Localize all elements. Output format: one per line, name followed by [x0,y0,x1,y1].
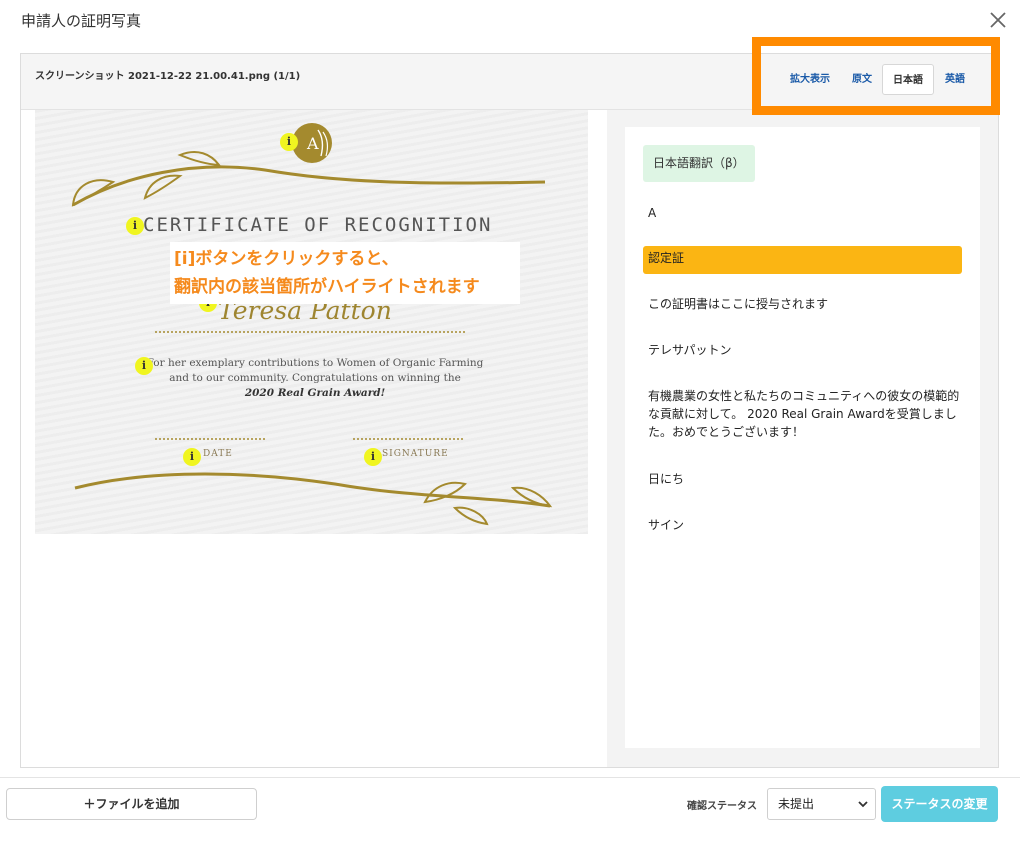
certificate-image: A CERTIFICATE OF RECOGNITION Teresa Patt… [35,110,588,534]
close-icon[interactable] [986,8,1010,32]
document-viewer: スクリーンショット 2021-12-22 21.00.41.png (1/1) … [20,37,1000,768]
bottom-vine [74,472,551,508]
translation-item-signature[interactable]: サイン [643,516,962,534]
translation-item-heading[interactable]: 認定証 [643,246,962,274]
top-leaf-2 [143,174,183,200]
info-marker-date[interactable]: i [183,448,201,466]
footer-divider [0,777,1020,778]
status-label: 確認ステータス [687,801,757,812]
translation-pane: 日本語翻訳（β） A 認定証 この証明書はここに授与されます テレサパットン 有… [625,127,980,748]
certificate-body-line1: For her exemplary contributions to Women… [146,357,484,369]
tab-original[interactable]: 原文 [844,64,880,95]
callout-line1: [i]ボタンをクリックすると、 [174,249,399,269]
certificate-date-label: DATE [203,449,233,459]
info-marker-body[interactable]: i [135,357,153,375]
translation-item-body[interactable]: 有機農業の女性と私たちのコミュニティへの彼女の模範的な貢献に対して。 2020 … [643,387,962,441]
image-pane: A CERTIFICATE OF RECOGNITION Teresa Patt… [21,110,607,767]
bottom-leaf-3 [452,506,489,526]
dialog-title: 申請人の証明写真 [21,12,142,30]
top-leaf-3 [177,151,222,167]
certificate-signature-label: SIGNATURE [382,449,449,459]
bottom-leaf-1 [423,481,467,504]
top-leaf-1 [71,179,116,207]
status-select[interactable]: 未提出 [767,788,876,820]
translation-item-presented[interactable]: この証明書はここに授与されます [643,295,962,313]
callout-line2: 翻訳内の該当箇所がハイライトされます [174,277,480,297]
translation-tag: 日本語翻訳（β） [643,145,755,182]
tab-english[interactable]: 英語 [937,64,973,95]
translation-item-emblem[interactable]: A [643,204,962,222]
info-marker-signature[interactable]: i [364,448,382,466]
certificate-heading: CERTIFICATE OF RECOGNITION [143,214,493,236]
status-value: 未提出 [778,797,815,811]
change-status-button[interactable]: ステータスの変更 [881,786,998,822]
add-file-button[interactable]: ＋ファイルを追加 [6,788,257,820]
translation-item-recipient[interactable]: テレサパットン [643,341,962,359]
certificate-body: For her exemplary contributions to Women… [125,356,505,401]
chevron-down-icon [858,801,868,808]
translation-item-date[interactable]: 日にち [643,470,962,488]
certificate-body-line2: and to our community. Congratulations on… [169,372,461,384]
info-marker-heading[interactable]: i [126,217,144,235]
file-name: スクリーンショット 2021-12-22 21.00.41.png (1/1) [35,71,301,82]
info-marker-emblem[interactable]: i [280,133,298,151]
certificate-award: 2020 Real Grain Award! [244,387,386,399]
certificate-emblem-letter: A [306,134,319,153]
instruction-callout: [i]ボタンをクリックすると、 翻訳内の該当箇所がハイライトされます [170,242,520,304]
tab-japanese[interactable]: 日本語 [882,64,934,95]
tab-zoom[interactable]: 拡大表示 [779,64,841,95]
viewer-header: スクリーンショット 2021-12-22 21.00.41.png (1/1) … [21,37,1000,115]
